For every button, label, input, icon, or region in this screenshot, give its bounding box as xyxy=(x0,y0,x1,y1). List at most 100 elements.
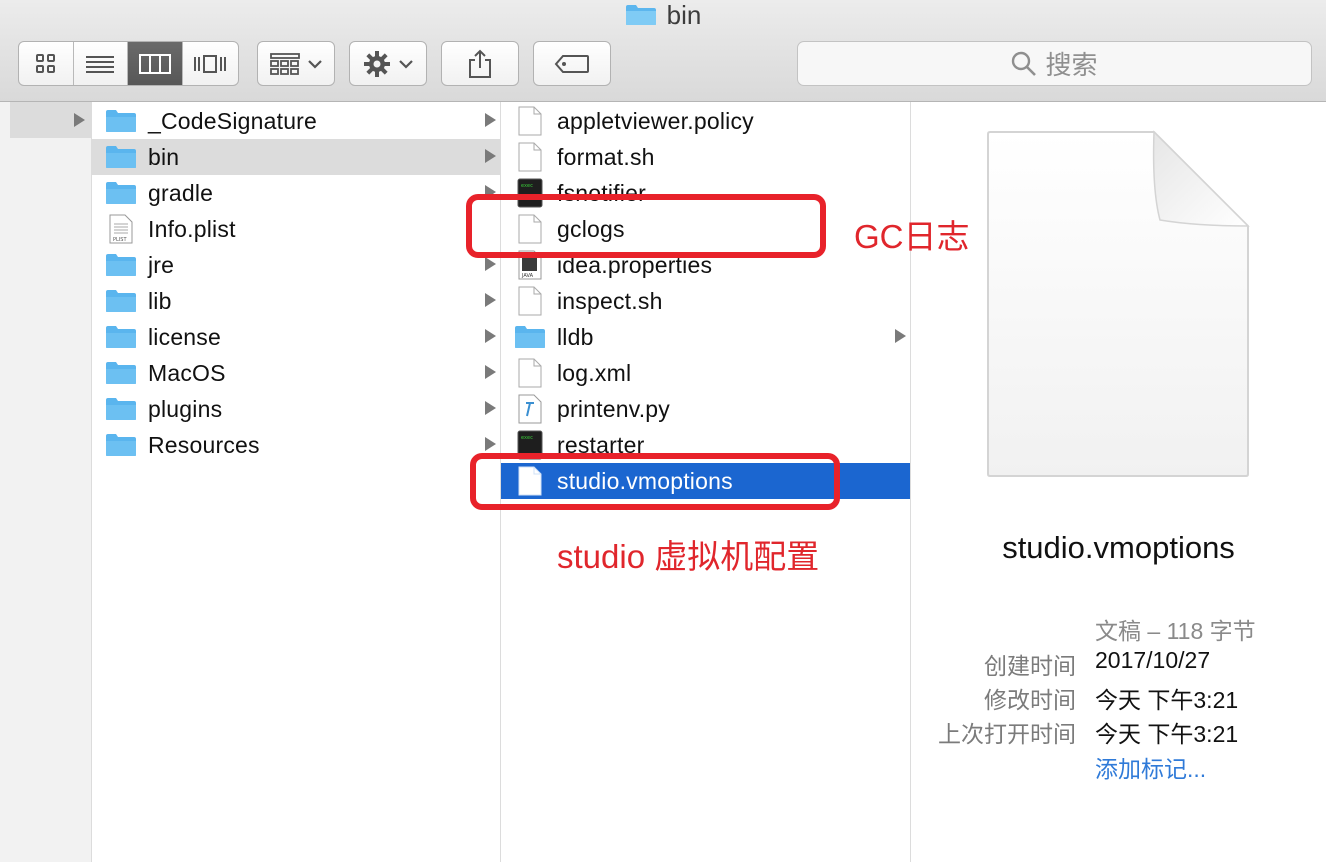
cover-flow-view-button[interactable] xyxy=(183,42,238,85)
folder-icon xyxy=(625,5,656,25)
file-row[interactable]: license xyxy=(92,319,500,355)
file-name: lldb xyxy=(557,323,594,350)
created-value: 2017/10/27 xyxy=(1095,647,1211,673)
arrange-icon xyxy=(270,52,300,75)
action-button[interactable] xyxy=(349,41,427,86)
arrange-button[interactable] xyxy=(257,41,335,86)
file-name: jre xyxy=(148,251,175,278)
window-title: bin xyxy=(0,0,1326,30)
file-name: inspect.sh xyxy=(557,287,663,314)
search-icon xyxy=(1012,51,1037,76)
modified-label: 修改时间 xyxy=(984,687,1076,713)
svg-text:exec: exec xyxy=(521,183,533,189)
file-name: Resources xyxy=(148,431,260,458)
document-icon xyxy=(513,286,547,316)
file-row[interactable]: lib xyxy=(92,283,500,319)
file-row[interactable]: jre xyxy=(92,247,500,283)
info-modified: 修改时间 今天 下午3:21 xyxy=(911,681,1326,713)
folder-icon xyxy=(513,322,547,352)
preview-kind-size: 文稿 – 118 字节 xyxy=(1095,618,1256,644)
file-name: lib xyxy=(148,287,172,314)
file-row[interactable]: gradle xyxy=(92,175,500,211)
annotation-box-vmoptions xyxy=(470,453,840,510)
icon-view-button[interactable] xyxy=(19,42,74,85)
file-name: log.xml xyxy=(557,359,632,386)
file-row[interactable]: lldb xyxy=(501,319,910,355)
folder-icon xyxy=(104,142,138,172)
chevron-right-icon xyxy=(485,329,496,343)
chevron-right-icon xyxy=(485,293,496,307)
file-row[interactable]: bin xyxy=(92,139,500,175)
tags-button[interactable] xyxy=(533,41,611,86)
column-view-button[interactable] xyxy=(128,42,183,85)
file-name: printenv.py xyxy=(557,395,670,422)
file-name: appletviewer.policy xyxy=(557,107,754,134)
document-icon xyxy=(987,130,1250,477)
add-tags-link[interactable]: 添加标记... xyxy=(1095,750,1206,784)
chevron-right-icon xyxy=(895,329,906,343)
document-icon xyxy=(513,358,547,388)
document-icon xyxy=(513,106,547,136)
folder-icon xyxy=(104,178,138,208)
file-row[interactable]: inspect.sh xyxy=(501,283,910,319)
folder-icon xyxy=(104,394,138,424)
file-row[interactable]: MacOS xyxy=(92,355,500,391)
window-title-text: bin xyxy=(666,0,702,30)
search-placeholder: 搜索 xyxy=(1045,50,1098,80)
python-file-icon xyxy=(513,394,547,424)
folder-icon xyxy=(104,430,138,460)
chevron-down-icon xyxy=(308,59,322,69)
chevron-down-icon xyxy=(399,59,413,69)
coverflow-icon xyxy=(194,54,227,73)
share-icon xyxy=(469,49,491,78)
file-row[interactable]: PLIST Info.plist xyxy=(92,211,500,247)
file-row[interactable]: _CodeSignature xyxy=(92,103,500,139)
preview-pane: studio.vmoptions 文稿 – 118 字节 创建时间 2017/1… xyxy=(911,102,1326,862)
preview-filename: studio.vmoptions xyxy=(1002,530,1235,565)
file-row[interactable]: plugins xyxy=(92,391,500,427)
gear-icon xyxy=(364,50,390,77)
columns-icon xyxy=(138,53,171,74)
chevron-right-icon xyxy=(485,257,496,271)
chevron-right-icon xyxy=(485,365,496,379)
list-icon xyxy=(86,55,115,73)
search-input[interactable]: 搜索 xyxy=(797,41,1312,86)
file-row[interactable]: format.sh xyxy=(501,139,910,175)
info-created: 创建时间 2017/10/27 xyxy=(911,647,1326,679)
file-name: _CodeSignature xyxy=(148,107,318,134)
sidebar-selected-item[interactable] xyxy=(10,102,91,138)
file-name: MacOS xyxy=(148,359,226,386)
annotation-label-gclogs: GC日志 xyxy=(854,218,970,255)
file-name: bin xyxy=(148,143,180,170)
chevron-right-icon xyxy=(485,149,496,163)
file-row[interactable]: log.xml xyxy=(501,355,910,391)
chevron-right-icon xyxy=(74,113,85,127)
sidebar-column xyxy=(0,102,92,862)
tag-icon xyxy=(554,54,589,73)
finder-toolbar: bin 搜索 xyxy=(0,0,1326,102)
file-name: license xyxy=(148,323,221,350)
svg-text:PLIST: PLIST xyxy=(113,237,127,243)
list-view-button[interactable] xyxy=(74,42,128,85)
share-button[interactable] xyxy=(441,41,519,86)
file-row[interactable]: appletviewer.policy xyxy=(501,103,910,139)
file-name: gradle xyxy=(148,179,214,206)
file-row[interactable]: Resources xyxy=(92,427,500,463)
view-mode-control xyxy=(18,41,239,86)
plist-file-icon: PLIST xyxy=(104,214,138,244)
chevron-right-icon xyxy=(485,401,496,415)
svg-text:JAVA: JAVA xyxy=(521,273,534,279)
file-name: plugins xyxy=(148,395,223,422)
folder-icon xyxy=(104,358,138,388)
folder-icon xyxy=(104,250,138,280)
annotation-box-gclogs xyxy=(466,194,826,258)
document-icon xyxy=(513,142,547,172)
created-label: 创建时间 xyxy=(984,653,1076,679)
info-last-opened: 上次打开时间 今天 下午3:21 xyxy=(911,715,1326,747)
annotation-label-vmoptions: studio 虚拟机配置 xyxy=(557,538,820,575)
last-opened-label: 上次打开时间 xyxy=(938,721,1076,747)
file-name: format.sh xyxy=(557,143,655,170)
grid-icon xyxy=(35,53,55,73)
folder-icon xyxy=(104,286,138,316)
file-row[interactable]: printenv.py xyxy=(501,391,910,427)
